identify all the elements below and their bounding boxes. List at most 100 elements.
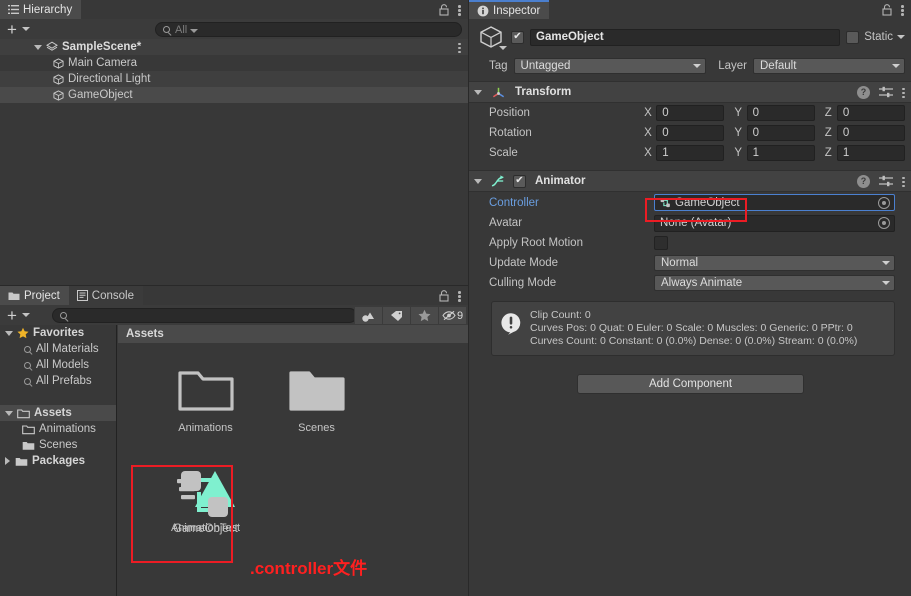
position-z-input[interactable]: 0 [837,105,905,121]
rotation-y-value: 0 [753,127,759,139]
static-checkbox[interactable] [846,31,859,44]
axis-z-label: Z [825,127,837,139]
object-enabled-checkbox[interactable] [511,31,524,44]
scale-z-input[interactable]: 1 [837,145,905,161]
position-label: Position [489,107,644,119]
asset-item-animations[interactable]: Animations [150,357,261,457]
rotation-x-input[interactable]: 0 [656,125,724,141]
breadcrumb[interactable]: Assets [118,325,468,343]
lock-icon[interactable] [882,4,892,16]
tree-item-packages[interactable]: Packages [0,453,116,469]
rotation-z-value: 0 [843,127,849,139]
tag-dropdown[interactable]: Untagged [514,58,707,74]
object-name-input[interactable]: GameObject [530,29,840,46]
avatar-object-picker-icon[interactable] [878,217,890,229]
tree-item-label: Favorites [33,327,84,339]
chevron-right-icon[interactable] [5,457,10,465]
static-dropdown-icon[interactable] [897,35,905,39]
hierarchy-search-input[interactable]: All [155,22,462,37]
filter-by-type-button[interactable] [354,307,382,324]
tab-hierarchy[interactable]: Hierarchy [0,0,81,19]
chevron-down-icon[interactable] [34,45,42,50]
tree-item-all-models[interactable]: All Models [0,357,116,373]
animator-component-header[interactable]: Animator ? [469,170,911,192]
folder-icon [8,291,20,301]
chevron-down-icon[interactable] [5,331,13,336]
project-add-dropdown-icon[interactable] [22,313,30,317]
gameobject-cube-icon [53,74,64,85]
tree-item-label: All Models [36,359,89,371]
chevron-down-icon[interactable] [499,46,507,50]
preset-settings-icon[interactable] [879,175,893,187]
tab-inspector[interactable]: Inspector [469,0,549,19]
animator-info-box: Clip Count: 0 Curves Pos: 0 Quat: 0 Eule… [491,301,895,356]
filter-by-label-button[interactable] [382,307,410,324]
lock-icon[interactable] [439,290,449,302]
lock-icon[interactable] [439,4,449,16]
favorites-star-button[interactable] [410,307,438,324]
transform-component-header[interactable]: Transform ? [469,81,911,103]
search-icon [24,346,31,353]
position-y-input[interactable]: 0 [747,105,815,121]
add-component-button[interactable]: Add Component [577,374,804,394]
folder-outline-icon [22,424,35,435]
hierarchy-add-dropdown-icon[interactable] [22,27,30,31]
search-icon [24,362,31,369]
layer-label: Layer [718,60,747,72]
tree-item-all-prefabs[interactable]: All Prefabs [0,373,116,389]
warning-icon [500,312,522,335]
tree-item-label: All Prefabs [36,375,92,387]
culling-mode-dropdown[interactable]: Always Animate [654,275,895,291]
help-icon[interactable]: ? [857,86,870,99]
hidden-packages-button[interactable]: 9 [438,307,466,324]
rotation-y-input[interactable]: 0 [747,125,815,141]
hierarchy-scene-menu-icon[interactable] [458,41,461,54]
project-menu-icon[interactable] [458,289,461,302]
tab-console[interactable]: Console [69,286,143,305]
apply-root-motion-checkbox[interactable] [654,236,668,250]
controller-object-picker-icon[interactable] [878,197,890,209]
hierarchy-scene-row[interactable]: SampleScene* [0,39,468,55]
apply-root-motion-label: Apply Root Motion [489,237,654,249]
animator-info-text: Clip Count: 0 Curves Pos: 0 Quat: 0 Eule… [530,309,857,348]
animator-menu-icon[interactable] [902,175,905,188]
position-x-input[interactable]: 0 [656,105,724,121]
axis-z-label: Z [825,107,837,119]
tab-project[interactable]: Project [0,286,69,305]
scale-x-input[interactable]: 1 [656,145,724,161]
tree-item-favorites[interactable]: Favorites [0,325,116,341]
hierarchy-menu-icon[interactable] [458,3,461,16]
asset-item-scenes[interactable]: Scenes [261,357,372,457]
transform-menu-icon[interactable] [902,86,905,99]
hierarchy-tabbar-filler [81,0,439,19]
layer-value: Default [760,60,796,72]
layer-dropdown[interactable]: Default [753,58,905,74]
hierarchy-item-gameobject[interactable]: GameObject [0,87,468,103]
transform-title: Transform [515,86,571,98]
tree-item-assets[interactable]: Assets [0,405,116,421]
chevron-down-icon[interactable] [5,411,13,416]
project-search-input[interactable] [52,308,357,323]
hierarchy-item-directional-light[interactable]: Directional Light [0,71,468,87]
inspector-object-header: GameObject Static [469,19,911,55]
chevron-down-icon[interactable] [474,90,482,95]
project-add-button[interactable]: + [7,307,17,324]
inspector-menu-icon[interactable] [901,3,904,16]
animator-enabled-checkbox[interactable] [513,175,526,188]
search-filter-caret-icon[interactable] [190,29,198,33]
tree-item-scenes[interactable]: Scenes [0,437,116,453]
scene-icon [46,41,58,53]
update-mode-dropdown[interactable]: Normal [654,255,895,271]
chevron-down-icon[interactable] [474,179,482,184]
project-tree: Favorites All Materials All Models All P… [0,325,117,596]
help-icon[interactable]: ? [857,175,870,188]
scale-y-input[interactable]: 1 [747,145,815,161]
preset-settings-icon[interactable] [879,86,893,98]
hierarchy-add-button[interactable]: + [7,21,17,38]
tree-item-all-materials[interactable]: All Materials [0,341,116,357]
culling-mode-value: Always Animate [661,277,742,289]
axis-x-label: X [644,147,656,159]
rotation-z-input[interactable]: 0 [837,125,905,141]
hierarchy-item-main-camera[interactable]: Main Camera [0,55,468,71]
tree-item-animations[interactable]: Animations [0,421,116,437]
